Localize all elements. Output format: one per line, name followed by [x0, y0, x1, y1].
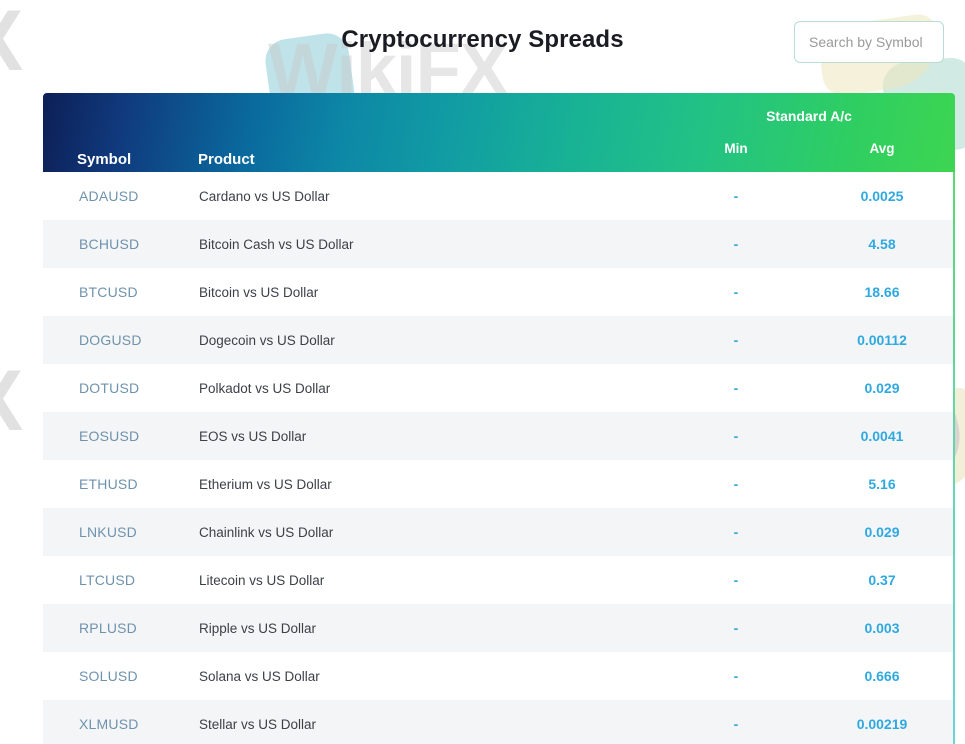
column-header-symbol[interactable]: Symbol: [43, 93, 198, 172]
table-row[interactable]: BTCUSD Bitcoin vs US Dollar - 18.66: [43, 268, 955, 316]
cell-symbol: ETHUSD: [79, 476, 138, 492]
cell-min: -: [733, 620, 739, 636]
table-head-row-primary: Symbol Product Standard A/c: [43, 93, 955, 168]
cell-avg: 0.37: [868, 572, 896, 588]
cell-min: -: [733, 380, 739, 396]
table-row[interactable]: ETHUSD Etherium vs US Dollar - 5.16: [43, 460, 955, 508]
cell-symbol: BTCUSD: [79, 284, 138, 300]
cell-product: Bitcoin vs US Dollar: [199, 284, 319, 300]
cell-avg: 0.00112: [857, 332, 907, 348]
cell-avg: 0.666: [864, 668, 900, 684]
cell-min: -: [733, 332, 739, 348]
column-header-min[interactable]: Min: [663, 139, 809, 172]
table-row[interactable]: LTCUSD Litecoin vs US Dollar - 0.37: [43, 556, 955, 604]
cell-product: Etherium vs US Dollar: [199, 476, 332, 492]
cell-min: -: [733, 236, 739, 252]
table-row[interactable]: SOLUSD Solana vs US Dollar - 0.666: [43, 652, 955, 700]
cell-avg: 0.0025: [860, 188, 904, 204]
table-row[interactable]: ADAUSD Cardano vs US Dollar - 0.0025: [43, 172, 955, 220]
search-input[interactable]: [794, 21, 944, 63]
cell-product: Bitcoin Cash vs US Dollar: [199, 236, 354, 252]
cell-product: Solana vs US Dollar: [199, 668, 320, 684]
cell-avg: 0.0041: [860, 428, 904, 444]
cell-product: Polkadot vs US Dollar: [199, 380, 331, 396]
cell-min: -: [733, 572, 739, 588]
top-bar: Cryptocurrency Spreads: [0, 0, 965, 93]
table-row[interactable]: RPLUSD Ripple vs US Dollar - 0.003: [43, 604, 955, 652]
table-head: Symbol Product Standard A/c Min Avg: [43, 93, 955, 172]
column-header-group-standard-account: Standard A/c: [766, 108, 852, 124]
table-row[interactable]: BCHUSD Bitcoin Cash vs US Dollar - 4.58: [43, 220, 955, 268]
search-box[interactable]: [794, 21, 944, 63]
cell-min: -: [733, 188, 739, 204]
table-row[interactable]: DOGUSD Dogecoin vs US Dollar - 0.00112: [43, 316, 955, 364]
cell-symbol: DOGUSD: [79, 332, 142, 348]
cell-symbol: EOSUSD: [79, 428, 140, 444]
table-row[interactable]: LNKUSD Chainlink vs US Dollar - 0.029: [43, 508, 955, 556]
table-row[interactable]: DOTUSD Polkadot vs US Dollar - 0.029: [43, 364, 955, 412]
cell-min: -: [733, 428, 739, 444]
cell-symbol: DOTUSD: [79, 380, 140, 396]
cell-avg: 5.16: [868, 476, 896, 492]
cell-symbol: ADAUSD: [79, 188, 139, 204]
spreads-table: Symbol Product Standard A/c Min Avg ADAU…: [43, 93, 955, 744]
spreads-table-container: Symbol Product Standard A/c Min Avg ADAU…: [43, 93, 955, 744]
column-header-avg[interactable]: Avg: [809, 139, 955, 172]
cell-product: Stellar vs US Dollar: [199, 716, 317, 732]
cell-symbol: SOLUSD: [79, 668, 138, 684]
cell-avg: 18.66: [864, 284, 900, 300]
cell-avg: 0.029: [864, 524, 900, 540]
cell-product: Ripple vs US Dollar: [199, 620, 317, 636]
cell-product: Chainlink vs US Dollar: [199, 524, 334, 540]
edge-glyph-watermark-mid-left: X: [0, 352, 23, 451]
cell-product: Litecoin vs US Dollar: [199, 572, 325, 588]
cell-avg: 4.58: [868, 236, 896, 252]
cell-min: -: [733, 476, 739, 492]
cell-min: -: [733, 284, 739, 300]
cell-min: -: [733, 524, 739, 540]
cell-symbol: LNKUSD: [79, 524, 137, 540]
cell-symbol: LTCUSD: [79, 572, 136, 588]
cell-min: -: [733, 716, 739, 732]
cell-product: Dogecoin vs US Dollar: [199, 332, 335, 348]
cell-avg: 0.003: [864, 620, 900, 636]
table-row[interactable]: XLMUSD Stellar vs US Dollar - 0.00219: [43, 700, 955, 744]
cell-product: Cardano vs US Dollar: [199, 188, 330, 204]
cell-symbol: BCHUSD: [79, 236, 140, 252]
table-body: ADAUSD Cardano vs US Dollar -0.0025 BCHUSD B…: [43, 172, 955, 744]
cell-symbol: RPLUSD: [79, 620, 137, 636]
table-row[interactable]: EOSUSD EOS vs US Dollar - 0.0041: [43, 412, 955, 460]
cell-min: -: [733, 668, 739, 684]
cell-product: EOS vs US Dollar: [199, 428, 307, 444]
column-header-product[interactable]: Product: [198, 93, 663, 172]
page-root: WikiFX X X WikiFX WikiFX WikiFX Cryptocu…: [0, 0, 965, 744]
cell-symbol: XLMUSD: [79, 716, 139, 732]
cell-avg: 0.029: [864, 380, 900, 396]
cell-avg: 0.00219: [856, 716, 908, 732]
